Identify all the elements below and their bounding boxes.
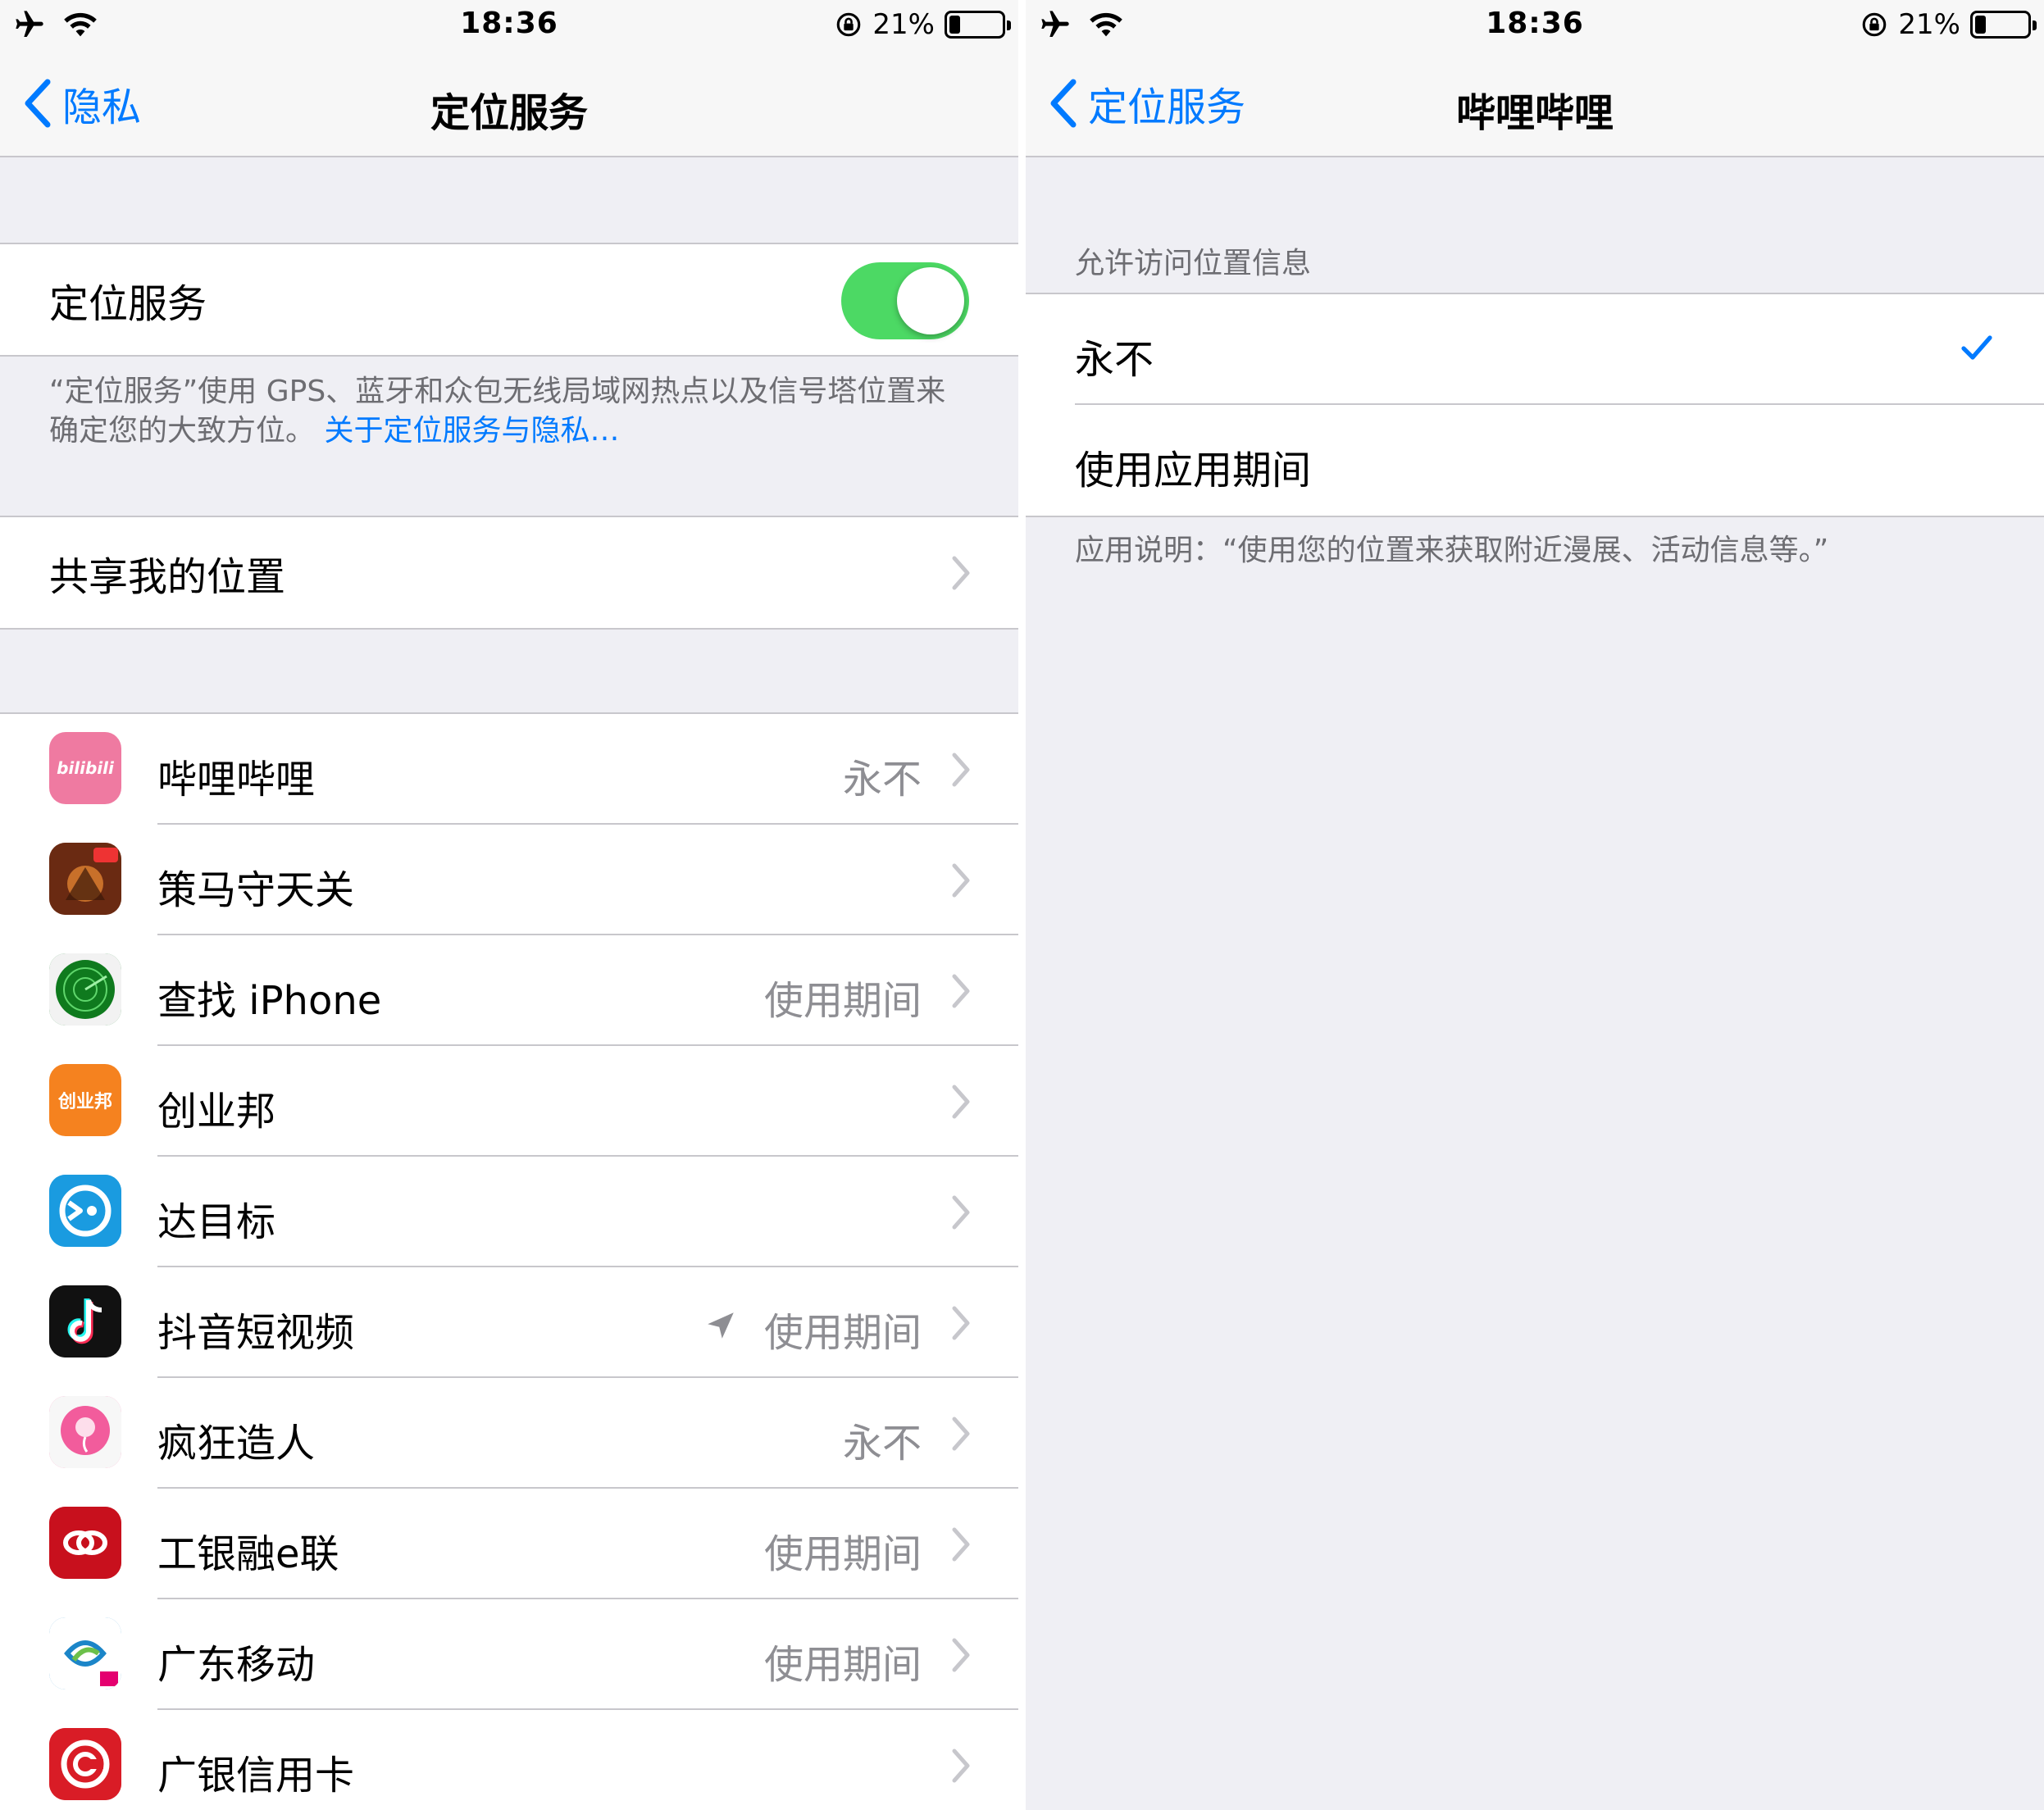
battery-fill	[949, 16, 960, 34]
app-name: 达目标	[157, 1199, 276, 1245]
cgb-icon	[49, 1728, 121, 1800]
app-usage-description: 应用说明：“使用您的位置来获取附近漫展、活动信息等。”	[1075, 534, 1829, 567]
app-row[interactable]: 工银融e联 使用期间	[0, 1489, 1018, 1599]
chevron-right-icon	[952, 1749, 970, 1782]
china-mobile-icon	[49, 1617, 121, 1689]
option-while-using[interactable]: 使用应用期间	[1026, 405, 2044, 516]
app-location-status: 使用期间	[763, 1310, 922, 1356]
app-name: 广银信用卡	[157, 1753, 355, 1799]
bilibili-icon: bilibili	[49, 732, 121, 804]
app-location-status: 永不	[842, 1421, 922, 1467]
access-options-group: 永不 使用应用期间	[1026, 293, 2044, 517]
location-services-group: 定位服务	[0, 243, 1018, 357]
option-while-using-label: 使用应用期间	[1075, 448, 1312, 493]
page-title: 哔哩哔哩	[1455, 90, 1614, 136]
chevron-right-icon	[952, 1527, 970, 1561]
status-icons-right: 21%	[1860, 5, 2037, 44]
battery-icon	[945, 11, 1011, 39]
location-services-screen: 18:36 21% 隐私 定位服务 定位服务 “定位服务”使用 GPS、蓝牙和众…	[0, 0, 1018, 1810]
location-services-label: 定位服务	[49, 280, 207, 327]
chevron-right-icon	[952, 1085, 970, 1118]
tiktok-icon	[49, 1285, 121, 1358]
app-name: 创业邦	[157, 1089, 276, 1135]
chevron-right-icon	[952, 1195, 970, 1229]
chevron-right-icon	[952, 1306, 970, 1339]
app-row[interactable]: bilibili 哔哩哔哩 永不	[0, 714, 1018, 825]
privacy-link[interactable]: 关于定位服务与隐私…	[324, 414, 619, 448]
app-name: 工银融e联	[157, 1531, 339, 1577]
sperm-icon	[49, 1396, 121, 1468]
option-never-label: 永不	[1075, 337, 1154, 383]
share-my-location-label: 共享我的位置	[49, 553, 286, 600]
location-services-toggle[interactable]	[841, 262, 969, 339]
find-iphone-icon	[49, 953, 121, 1026]
app-location-status: 使用期间	[763, 1531, 922, 1577]
app-name: 哔哩哔哩	[157, 757, 316, 803]
cyzone-logo-text: 创业邦	[57, 1092, 112, 1112]
page-title: 定位服务	[430, 90, 588, 136]
cyzone-icon: 创业邦	[49, 1064, 121, 1136]
chevron-right-icon	[952, 1638, 970, 1671]
heart-ball-graphic	[49, 1396, 121, 1468]
location-services-row: 定位服务	[0, 244, 1018, 355]
app-name: 疯狂造人	[157, 1421, 316, 1467]
app-row[interactable]: 广银信用卡	[0, 1710, 1018, 1810]
app-location-status: 永不	[842, 757, 922, 803]
app-name: 查找 iPhone	[157, 978, 382, 1024]
app-row[interactable]: 创业邦 创业邦	[0, 1046, 1018, 1157]
rotation-lock-icon	[837, 12, 861, 37]
chevron-right-icon	[952, 753, 970, 786]
app-location-detail-screen: 18:36 21% 定位服务 哔哩哔哩 允许访问位置信息 永不 使用应用期间 应…	[1026, 0, 2044, 1810]
toggle-knob	[897, 267, 964, 334]
battery-percent: 21%	[1898, 8, 1960, 41]
chevron-right-icon	[952, 863, 970, 897]
target-graphic	[49, 1175, 121, 1247]
app-row[interactable]: 广东移动 使用期间	[0, 1599, 1018, 1710]
radar-graphic	[49, 953, 121, 1026]
app-name: 抖音短视频	[157, 1310, 355, 1356]
navigation-bar: 定位服务 哔哩哔哩	[1026, 49, 2044, 157]
app-name: 策马守天关	[157, 867, 355, 913]
screenshot-divider	[1018, 0, 1026, 1810]
section-header: 允许访问位置信息	[1075, 247, 1312, 280]
app-row[interactable]: 达目标	[0, 1157, 1018, 1267]
option-never[interactable]: 永不	[1026, 294, 2044, 405]
warrior-graphic	[49, 843, 121, 915]
bilibili-logo-text: bilibili	[57, 758, 114, 778]
target-icon	[49, 1175, 121, 1247]
app-row[interactable]: 查找 iPhone 使用期间	[0, 935, 1018, 1046]
status-bar: 18:36 21%	[1026, 0, 2044, 49]
music-note-graphic	[49, 1285, 121, 1358]
location-arrow-icon	[708, 1312, 734, 1339]
chevron-right-icon	[952, 556, 970, 589]
battery-percent: 21%	[872, 8, 935, 41]
battery-fill	[1975, 16, 1986, 34]
china-mobile-graphic	[49, 1617, 121, 1689]
rings-graphic	[49, 1507, 121, 1579]
checkmark-icon	[1961, 335, 1992, 360]
location-services-footer: “定位服务”使用 GPS、蓝牙和众包无线局域网热点以及信号塔位置来确定您的大致方…	[49, 372, 969, 451]
chevron-right-icon	[952, 1417, 970, 1450]
app-row[interactable]: 策马守天关	[0, 825, 1018, 935]
share-my-location-row[interactable]: 共享我的位置	[0, 517, 1018, 628]
battery-icon	[1970, 11, 2037, 39]
status-bar: 18:36 21%	[0, 0, 1018, 49]
app-row[interactable]: 抖音短视频 使用期间	[0, 1267, 1018, 1378]
app-list: bilibili 哔哩哔哩 永不 策马守天关 查找 iPhone 使用期间 创业邦 创业邦 达目…	[0, 712, 1018, 1810]
chevron-right-icon	[952, 974, 970, 1007]
rotation-lock-icon	[1863, 12, 1887, 37]
app-name: 广东移动	[157, 1642, 316, 1688]
game-icon	[49, 843, 121, 915]
app-location-status: 使用期间	[763, 978, 922, 1024]
share-location-group: 共享我的位置	[0, 516, 1018, 630]
cgb-graphic	[49, 1728, 121, 1800]
status-icons-right: 21%	[835, 5, 1011, 44]
app-row[interactable]: 疯狂造人 永不	[0, 1378, 1018, 1489]
icbc-icon	[49, 1507, 121, 1579]
app-location-status: 使用期间	[763, 1642, 922, 1688]
navigation-bar: 隐私 定位服务	[0, 49, 1018, 157]
